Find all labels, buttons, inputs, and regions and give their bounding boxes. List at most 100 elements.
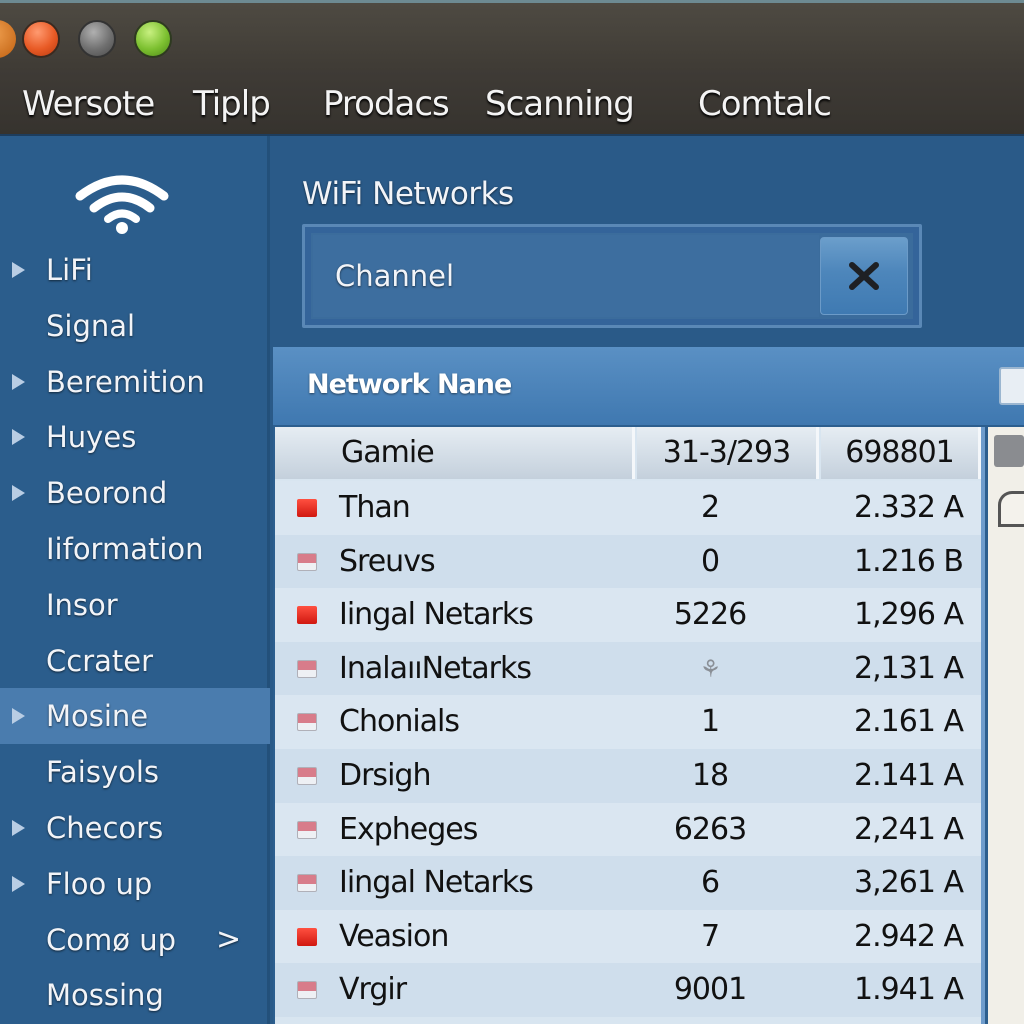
sidebar-item-label: Beorond <box>46 476 168 510</box>
network-channel: 18 <box>691 758 729 793</box>
sidebar-item[interactable]: Huyes <box>0 409 270 465</box>
network-name: Sreuvs <box>339 544 436 579</box>
zoom-window-button[interactable] <box>134 20 172 58</box>
network-name: Drsigh <box>339 758 431 793</box>
table-row[interactable]: Veasion 7 2.942 A <box>275 910 981 964</box>
sidebar-item-label: Floo up <box>46 867 153 901</box>
column-header-value[interactable]: 698801 <box>821 427 981 479</box>
panel-options-icon[interactable] <box>999 367 1024 405</box>
network-name: Chonials <box>339 704 460 739</box>
table-row[interactable]: InalaııNetarks ⚘ 2,131 A <box>275 642 981 696</box>
menu-item-comtalc[interactable]: Comtalc <box>698 84 832 124</box>
sidebar-item[interactable]: Comø up > <box>0 912 270 968</box>
signal-weak-icon <box>297 821 317 839</box>
expand-arrow-icon[interactable] <box>12 485 25 501</box>
table-row[interactable]: Sreuvs 0 1.216 B <box>275 535 981 589</box>
network-value: 3,261 A <box>854 865 964 900</box>
signal-strong-icon <box>297 606 317 624</box>
signal-weak-icon <box>297 713 317 731</box>
expand-arrow-icon[interactable] <box>12 374 25 390</box>
sidebar-item[interactable]: Ccrater <box>0 633 270 689</box>
table-row[interactable]: Iingal Netarks 5226 1,296 A <box>275 588 981 642</box>
network-channel: 5226 <box>673 597 747 632</box>
sidebar: LiFi Signal Beremition Huyes Beorond Iiformat… <box>0 136 270 1024</box>
network-value: 2,131 A <box>854 651 964 686</box>
network-name: Vrgir <box>339 972 407 1007</box>
network-name: InalaııNetarks <box>339 651 532 686</box>
table-row[interactable]: Iingal Netarks 6 3,261 A <box>275 856 981 910</box>
table-row[interactable]: Than 2 2.332 A <box>275 481 981 535</box>
network-channel: 9001 <box>673 972 747 1007</box>
menu-item-prodacs[interactable]: Prodacs <box>323 84 450 124</box>
network-value: 2.942 A <box>854 919 964 954</box>
sidebar-item[interactable]: Beremition <box>0 354 270 410</box>
sidebar-item-label: Signal <box>46 309 136 343</box>
network-name: Veasion <box>339 919 449 954</box>
scroll-handle[interactable] <box>998 491 1024 527</box>
sidebar-item[interactable]: Faisyols <box>0 744 270 800</box>
wifi-icon <box>75 175 169 234</box>
network-value: 1.216 B <box>853 544 964 579</box>
column-header-name[interactable]: Gamie <box>275 427 635 479</box>
expand-arrow-icon[interactable] <box>12 429 25 445</box>
sidebar-item[interactable]: Mosine <box>0 688 270 744</box>
menu-bar: Wersote Tiplp Prodacs Scanning Comtalc <box>0 70 1024 136</box>
network-channel: 0 <box>700 544 720 579</box>
sidebar-item-label: Comø up <box>46 923 176 957</box>
signal-weak-icon <box>297 660 317 678</box>
table-row[interactable]: Expheges 6263 2,241 A <box>275 803 981 857</box>
network-value: 2.141 A <box>854 758 964 793</box>
column-header-channel[interactable]: 31-3/293 <box>637 427 819 479</box>
network-name: Iingal Netarks <box>339 597 534 632</box>
network-table-panel: Network Nane Gamie 31-3/293 698801 Than 2… <box>273 347 1024 1024</box>
sidebar-item-label: Mossing <box>46 978 164 1012</box>
search-box <box>302 224 922 328</box>
expand-arrow-icon[interactable] <box>12 708 25 724</box>
expand-arrow-icon[interactable] <box>12 876 25 892</box>
sidebar-item[interactable]: Checors <box>0 800 270 856</box>
sidebar-item-label: Insor <box>46 588 118 622</box>
sidebar-item[interactable]: Beorond <box>0 465 270 521</box>
sidebar-item[interactable]: Floo up <box>0 856 270 912</box>
menu-item-wersote[interactable]: Wersote <box>22 84 155 124</box>
network-value: 1.941 A <box>854 972 964 1007</box>
network-value: 2,241 A <box>854 812 964 847</box>
expand-arrow-icon[interactable] <box>12 262 25 278</box>
sidebar-item-label: Iiformation <box>46 532 204 566</box>
table-row[interactable]: Chonials 1 2.161 A <box>275 695 981 749</box>
sidebar-item[interactable]: Insor <box>0 577 270 633</box>
sidebar-item-label: Huyes <box>46 420 137 454</box>
chevron-right-icon[interactable]: > <box>216 912 241 968</box>
sidebar-item[interactable]: LiFi <box>0 242 270 298</box>
network-value: 1,296 A <box>854 597 964 632</box>
sidebar-item[interactable]: Iiformation <box>0 521 270 577</box>
sidebar-item-label: Ccrater <box>46 644 154 678</box>
sidebar-item-label: Mosine <box>46 699 149 733</box>
network-channel: 6263 <box>673 812 747 847</box>
table-row[interactable]: Drsigh 18 2.141 A <box>275 749 981 803</box>
minimize-window-button[interactable] <box>78 20 116 58</box>
network-channel: 2 <box>700 490 720 525</box>
sidebar-item[interactable]: Signal <box>0 298 270 354</box>
sidebar-item-label: Beremition <box>46 365 205 399</box>
close-window-button[interactable] <box>22 20 60 58</box>
sidebar-item[interactable]: Mossing <box>0 967 270 1023</box>
expand-arrow-icon[interactable] <box>12 820 25 836</box>
network-channel: 7 <box>700 919 720 954</box>
signal-strong-icon <box>297 928 317 946</box>
signal-weak-icon <box>297 981 317 999</box>
sidebar-item-label: Faisyols <box>46 755 160 789</box>
network-channel: ⚘ <box>699 655 722 683</box>
scroll-up-button[interactable] <box>994 435 1024 467</box>
window-control-partial <box>0 20 16 58</box>
search-input[interactable] <box>313 235 819 317</box>
table-row[interactable]: Vrgir 9001 1.941 A <box>275 963 981 1017</box>
network-channel: 1 <box>700 704 720 739</box>
menu-item-scanning[interactable]: Scanning <box>485 84 635 124</box>
sidebar-item-label: LiFi <box>46 253 93 287</box>
signal-weak-icon <box>297 553 317 571</box>
clear-search-button[interactable] <box>820 237 908 315</box>
network-table: Gamie 31-3/293 698801 Than 2 2.332 A Sreuvs… <box>275 427 985 1024</box>
menu-item-tiplp[interactable]: Tiplp <box>193 84 271 124</box>
scrollbar[interactable] <box>988 427 1024 1024</box>
